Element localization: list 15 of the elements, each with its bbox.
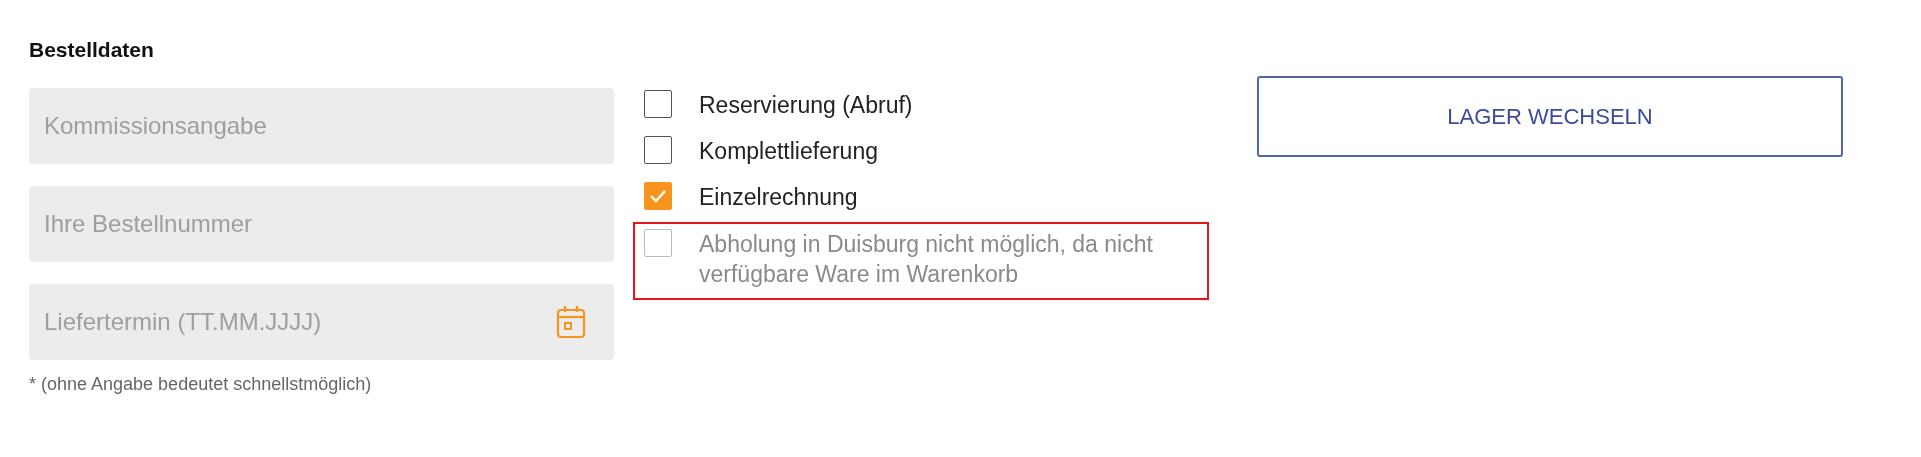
- footnote: * (ohne Angabe bedeutet schnellstmöglich): [29, 374, 373, 395]
- checkbox-label: Abholung in Duisburg nicht möglich, da nicht verfügbare Ware im Warenkorb: [699, 230, 1154, 289]
- input-field[interactable]: Ihre Bestellnummer: [29, 186, 614, 262]
- checkbox-label: Komplettlieferung: [699, 137, 878, 166]
- switch-warehouse-button[interactable]: LAGER WECHSELN: [1257, 76, 1843, 157]
- checkbox[interactable]: [644, 136, 672, 164]
- checkbox-label: Reservierung (Abruf): [699, 91, 913, 120]
- calendar-icon[interactable]: [556, 305, 586, 339]
- section-title: Bestelldaten: [29, 38, 155, 62]
- checkmark-icon: [648, 188, 668, 204]
- checkbox[interactable]: [644, 182, 672, 210]
- input-field[interactable]: Kommissionsangabe: [29, 88, 614, 164]
- checkbox-label: Einzelrechnung: [699, 183, 858, 212]
- input-field[interactable]: Liefertermin (TT.MM.JJJJ): [29, 284, 614, 360]
- checkbox[interactable]: [644, 90, 672, 118]
